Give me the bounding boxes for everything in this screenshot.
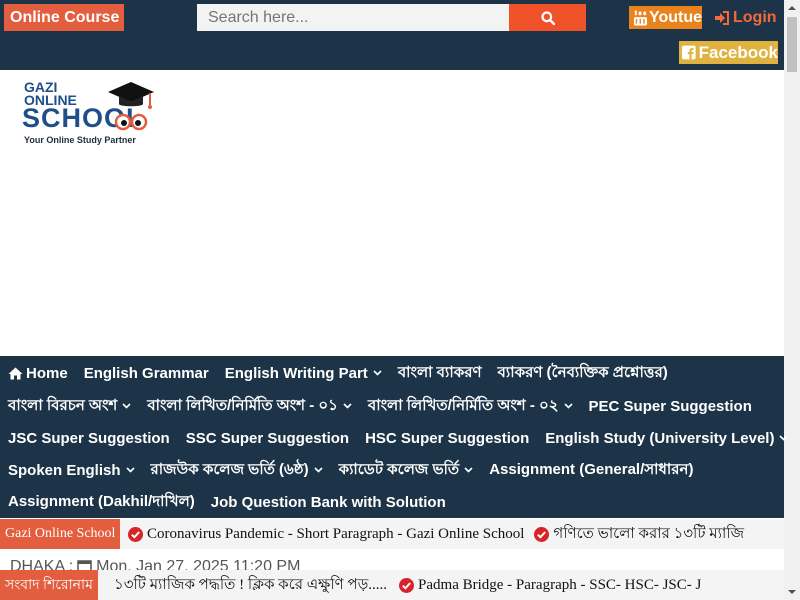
nav-row-5: Assignment (Dakhil/দাখিল) Job Question B… [0,486,454,518]
nav-label: PEC Super Suggestion [588,397,752,415]
ticker-item-text: Coronavirus Pandemic - Short Paragraph -… [147,525,525,542]
youtube-button[interactable]: Youtue [629,6,702,29]
login-link[interactable]: Login [714,6,777,29]
search-button[interactable] [509,4,586,31]
nav-item-english-university[interactable]: English Study (University Level) [537,430,796,447]
nav-item-bangla-birochon[interactable]: বাংলা বিরচন অংশ [0,394,139,419]
nav-label: English Grammar [83,364,209,382]
scrollbar-thumb[interactable] [787,17,797,72]
chevron-down-icon [563,403,573,409]
nav-item-hsc-suggestion[interactable]: HSC Super Suggestion [357,430,537,447]
ticker-item[interactable]: Coronavirus Pandemic - Short Paragraph -… [128,526,524,543]
nav-label: English Writing Part [224,364,368,382]
logo-tagline: Your Online Study Partner [24,135,136,145]
ticker-items: ১৩টি ম্যাজিক পদ্ধতি ! ক্লিক করে এক্ষুণি … [114,570,711,600]
home-icon [8,367,23,379]
ticker-item[interactable]: ১৩টি ম্যাজিক পদ্ধতি ! ক্লিক করে এক্ষুণি … [114,573,387,598]
nav-item-byakaran-mcq[interactable]: ব্যাকরণ (নৈব্যক্তিক প্রশ্নোত্তর) [490,361,676,386]
nav-item-assignment-dakhil[interactable]: Assignment (Dakhil/দাখিল) [0,490,203,515]
nav-row-1: Home English Grammar English Writing Par… [0,357,676,389]
nav-label: বাংলা লিখিত/নির্মিতি অংশ - ০১ [147,396,338,414]
graduation-cap-icon [108,82,154,131]
scroll-down-arrow-icon[interactable] [784,584,800,600]
news-ticker-bottom: সংবাদ শিরোনাম ১৩টি ম্যাজিক পদ্ধতি ! ক্লি… [0,570,784,600]
ticker-item-text: Padma Bridge - Paragraph - SSC- HSC- JSC… [418,576,702,593]
facebook-icon [682,45,696,60]
search-input[interactable] [197,4,509,31]
check-circle-icon [128,526,143,542]
nav-label: Assignment (General/সাধারন) [489,460,694,478]
nav-label: SSC Super Suggestion [185,429,350,447]
page-scrollbar[interactable] [784,0,800,600]
site-logo[interactable]: GAZI ONLINE SCHOOL Your Online Study Par… [22,78,182,148]
search-icon [540,10,555,25]
sign-in-icon [715,10,729,25]
nav-item-rajuk-college[interactable]: রাজউক কলেজ ভর্তি (৬ষ্ঠ) [143,458,331,483]
login-label: Login [733,8,777,26]
chevron-down-icon [125,467,135,473]
top-header-bar: Online Course Youtue Login Facebo [0,0,784,70]
nav-row-3: JSC Super Suggestion SSC Super Suggestio… [0,422,796,454]
nav-label: ক্যাডেট কলেজ ভর্তি [338,460,460,478]
nav-label: বাংলা লিখিত/নির্মিতি অংশ - ০২ [367,396,559,414]
nav-item-ssc-suggestion[interactable]: SSC Super Suggestion [178,430,357,447]
ticker-label: সংবাদ শিরোনাম [0,570,98,600]
chevron-down-icon [343,403,352,409]
facebook-label: Facebook [698,42,778,62]
chevron-down-icon [314,467,323,473]
nav-row-2: বাংলা বিরচন অংশ বাংলা লিখিত/নির্মিতি অংশ… [0,390,760,422]
nav-item-bangla-byakaran[interactable]: বাংলা ব্যাকরণ [390,361,490,386]
nav-item-bangla-likhito-02[interactable]: বাংলা লিখিত/নির্মিতি অংশ - ০২ [360,394,581,419]
nav-label: বাংলা বিরচন অংশ [8,396,118,414]
check-circle-icon [399,577,415,593]
ticker-label: Gazi Online School [0,519,121,549]
nav-label: Home [26,364,68,382]
nav-item-spoken-english[interactable]: Spoken English [0,462,143,479]
nav-row-4: Spoken English রাজউক কলেজ ভর্তি (৬ষ্ঠ) ক… [0,454,701,486]
nav-label: ব্যাকরণ (নৈব্যক্তিক প্রশ্নোত্তর) [497,363,668,381]
nav-item-cadet-college[interactable]: ক্যাডেট কলেজ ভর্তি [331,458,482,483]
ticker-items: Coronavirus Pandemic - Short Paragraph -… [128,519,754,549]
online-course-button[interactable]: Online Course [4,4,124,31]
ticker-item-text: ১৩টি ম্যাজিক পদ্ধতি ! ক্লিক করে এক্ষুণি … [114,576,388,593]
nav-item-english-grammar[interactable]: English Grammar [76,365,217,382]
nav-label: English Study (University Level) [545,429,775,447]
nav-item-assignment-general[interactable]: Assignment (General/সাধারন) [481,458,701,483]
youtube-label: Youtue [648,8,702,26]
nav-item-job-question-bank[interactable]: Job Question Bank with Solution [203,494,454,511]
nav-label: Assignment (Dakhil/দাখিল) [8,492,195,510]
nav-item-bangla-likhito-01[interactable]: বাংলা লিখিত/নির্মিতি অংশ - ০১ [139,394,360,419]
chevron-down-icon [122,403,131,409]
scroll-up-arrow-icon[interactable] [784,0,800,16]
nav-label: HSC Super Suggestion [365,429,530,447]
news-ticker-top: Gazi Online School Coronavirus Pandemic … [0,519,784,549]
check-circle-icon [534,526,550,542]
nav-label: রাজউক কলেজ ভর্তি (৬ষ্ঠ) [150,460,309,478]
nav-label: Spoken English [8,461,121,479]
chevron-down-icon [373,370,382,376]
facebook-button[interactable]: Facebook [679,41,778,64]
nav-label: JSC Super Suggestion [8,429,170,447]
main-navigation: Home English Grammar English Writing Par… [0,356,789,518]
chevron-down-icon [779,435,789,441]
ticker-item[interactable]: Padma Bridge - Paragraph - SSC- HSC- JSC… [399,577,701,594]
ticker-item[interactable]: গণিতে ভালো করার ১৩টি ম্যাজি [534,522,744,547]
nav-label: Job Question Bank with Solution [210,493,446,511]
nav-label: বাংলা ব্যাকরণ [397,363,482,381]
nav-item-home[interactable]: Home [0,365,76,382]
nav-item-pec-suggestion[interactable]: PEC Super Suggestion [581,398,760,415]
chevron-down-icon [464,467,473,473]
ticker-item-text: গণিতে ভালো করার ১৩টি ম্যাজি [553,525,745,542]
nav-item-jsc-suggestion[interactable]: JSC Super Suggestion [0,430,178,447]
youtube-icon [633,10,648,25]
nav-item-english-writing-part[interactable]: English Writing Part [217,365,390,382]
